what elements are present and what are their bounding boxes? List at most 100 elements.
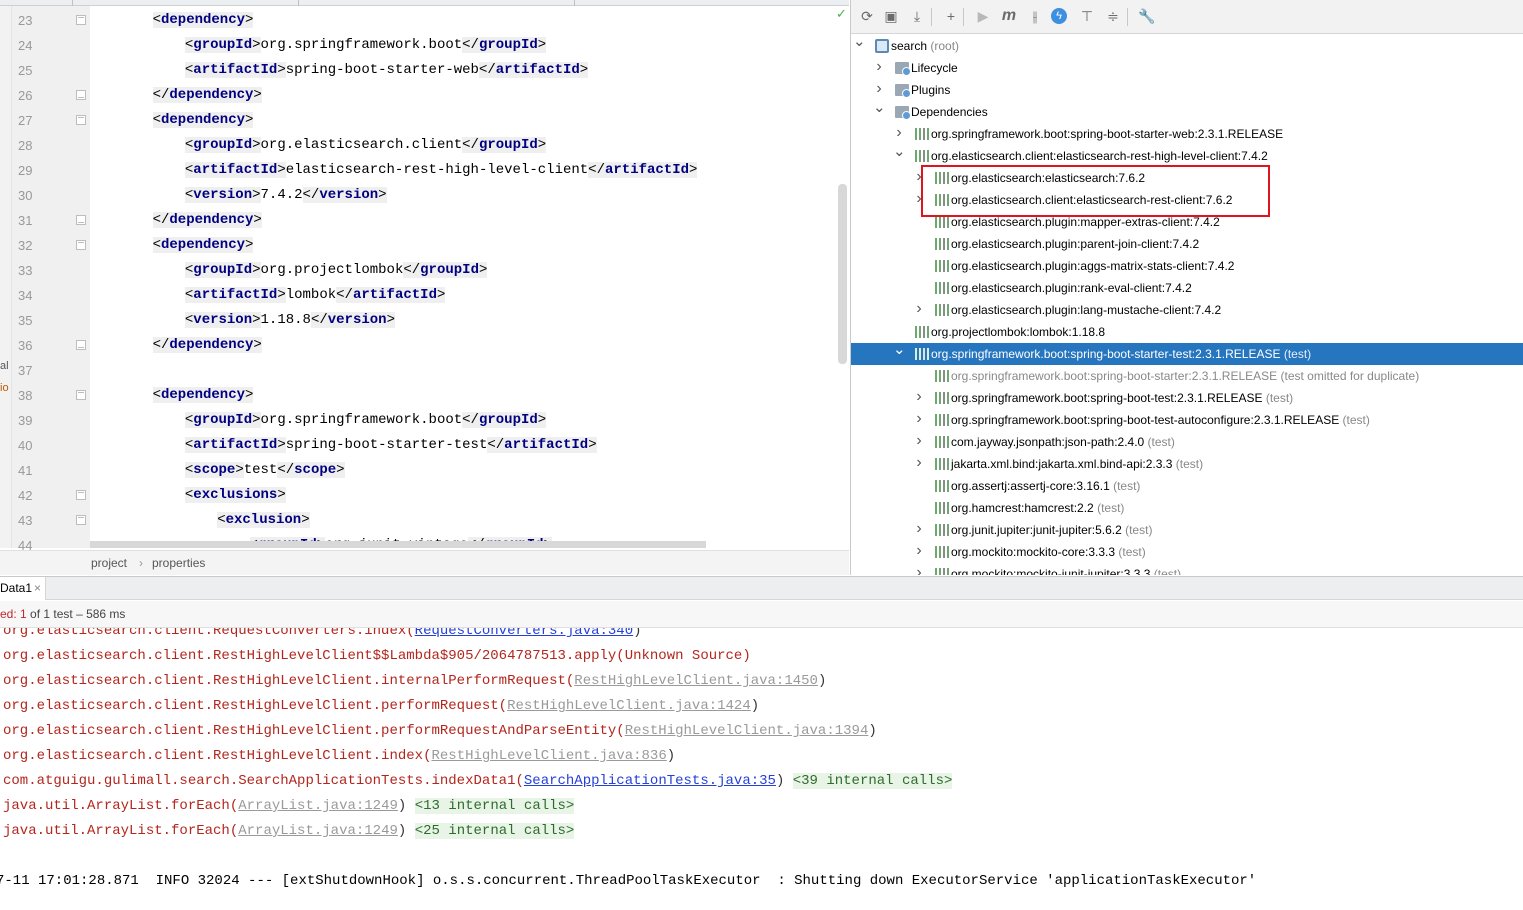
skip-tests-icon[interactable]: ϟ [1051,8,1067,24]
fold-marker[interactable] [76,15,86,25]
tree-node[interactable]: › org.mockito:mockito-core:3.3.3 (test) [851,541,1523,563]
tree-node-text: search [891,39,928,53]
source-link[interactable]: ArrayList.java:1249 [238,798,398,814]
reimport-icon[interactable]: ⟳ [857,6,877,26]
internal-calls-toggle[interactable]: <25 internal calls> [414,823,575,839]
internal-calls-toggle[interactable]: <39 internal calls> [792,773,953,789]
internal-calls-toggle[interactable]: <13 internal calls> [414,798,575,814]
tree-node[interactable]: org.springframework.boot:spring-boot-sta… [851,365,1523,387]
fold-marker[interactable] [76,490,86,500]
tree-node[interactable]: org.elasticsearch.plugin:aggs-matrix-sta… [851,255,1523,277]
tree-node[interactable]: › org.elasticsearch.client:elasticsearch-… [851,189,1523,211]
xml-tag-name: dependency [161,12,246,28]
editor-horizontal-scrollbar[interactable] [90,541,706,548]
tree-node[interactable]: › Plugins [851,79,1523,101]
code-line: <artifactId>spring-boot-starter-web</art… [184,58,589,83]
chevron-down-icon[interactable]: ⌄ [893,342,906,365]
tree-node[interactable]: › jakarta.xml.bind:jakarta.xml.bind-api:2… [851,453,1523,475]
breadcrumb-item-project[interactable]: project [91,556,127,570]
download-icon[interactable]: ⤓ [907,6,927,26]
fold-marker[interactable] [76,240,86,250]
tree-node[interactable]: org.assertj:assertj-core:3.16.1 (test) [851,475,1523,497]
source-link[interactable]: RestHighLevelClient.java:836 [431,748,666,764]
run-tab-data1[interactable]: Data1 × [0,577,46,600]
fold-marker[interactable] [76,340,86,350]
tree-node[interactable]: org.elasticsearch.plugin:rank-eval-clien… [851,277,1523,299]
tree-node-scope: (test) [1262,391,1294,405]
chevron-right-icon[interactable]: › [913,453,925,475]
collapse-all-icon[interactable]: ≑ [1103,6,1123,26]
console-output[interactable]: org.elasticsearch.client.RequestConverte… [0,628,1523,910]
source-link[interactable]: RequestConverters.java:340 [415,628,633,639]
chevron-right-icon[interactable]: › [913,431,925,453]
chevron-right-icon[interactable]: › [873,57,885,79]
chevron-right-icon[interactable]: › [913,299,925,321]
chevron-right-icon[interactable]: › [913,189,925,211]
chevron-right-icon[interactable]: › [913,541,925,563]
tree-node[interactable]: › org.mockito:mockito-junit-jupiter:3.3.3… [851,563,1523,575]
stack-frame-suffix: ) [750,698,760,714]
tree-node[interactable]: org.hamcrest:hamcrest:2.2 (test) [851,497,1523,519]
fold-marker[interactable] [76,390,86,400]
chevron-right-icon[interactable]: › [913,387,925,409]
tree-node-label: org.springframework.boot:spring-boot-sta… [951,365,1419,387]
tree-node[interactable]: org.elasticsearch.plugin:parent-join-cli… [851,233,1523,255]
chevron-right-icon[interactable]: › [913,167,925,189]
show-dependencies-icon[interactable]: ⊤ [1077,6,1097,26]
xml-bracket: > [253,87,262,103]
tree-node[interactable]: org.elasticsearch.plugin:mapper-extras-c… [851,211,1523,233]
tree-node[interactable]: › com.jayway.jsonpath:json-path:2.4.0 (te… [851,431,1523,453]
editor-pane[interactable]: 23 24 25 26 27 28 29 30 31 32 33 34 35 36 37 38 39 40 41 42… [0,0,849,575]
chevron-right-icon[interactable]: › [913,519,925,541]
library-icon [935,238,949,250]
chevron-down-icon[interactable]: ⌄ [853,34,866,57]
library-icon [935,480,949,492]
tree-node-scope: (test) [1109,479,1141,493]
tree-node-label: org.elasticsearch.plugin:mapper-extras-c… [951,211,1220,233]
chevron-down-icon[interactable]: ⌄ [893,144,906,167]
chevron-right-icon[interactable]: › [913,563,925,575]
source-link[interactable]: RestHighLevelClient.java:1450 [574,673,818,689]
tree-node[interactable]: ⌄ search (root) [851,34,1523,57]
editor-vertical-scrollbar[interactable] [838,184,847,364]
fold-marker[interactable] [76,215,86,225]
tree-node[interactable]: ⌄ Dependencies [851,100,1523,123]
tree-node[interactable]: org.projectlombok:lombok:1.18.8 [851,321,1523,343]
execute-goal-icon[interactable]: m [999,6,1019,26]
add-project-icon[interactable]: + [941,6,961,26]
chevron-right-icon[interactable]: › [893,123,905,145]
tree-node[interactable]: ⌄ org.springframework.boot:spring-boot-st… [851,342,1523,365]
generate-sources-icon[interactable]: ▣ [881,6,901,26]
tree-node[interactable]: › org.junit.jupiter:junit-jupiter:5.6.2 (… [851,519,1523,541]
run-icon[interactable]: ▶ [973,6,993,26]
line-number: 26 [18,88,33,103]
xml-code-area[interactable]: <dependency> <groupId>org.springframework… [90,6,838,548]
xml-bracket: > [245,12,254,28]
chevron-right-icon[interactable]: › [873,79,885,101]
tree-node[interactable]: › Lifecycle [851,57,1523,79]
breadcrumb-item-properties[interactable]: properties [152,556,205,570]
source-link[interactable]: ArrayList.java:1249 [238,823,398,839]
maven-folder-icon [895,106,911,120]
chevron-down-icon[interactable]: ⌄ [873,100,886,123]
tree-node[interactable]: › org.elasticsearch:elasticsearch:7.6.2 [851,167,1523,189]
tree-node[interactable]: › org.springframework.boot:spring-boot-te… [851,409,1523,431]
fold-marker[interactable] [76,90,86,100]
toggle-offline-icon[interactable]: ⫲ [1025,6,1045,26]
tree-node[interactable]: › org.springframework.boot:spring-boot-st… [851,123,1523,145]
tree-node[interactable]: ⌄ org.elasticsearch.client:elasticsearch-… [851,144,1523,167]
chevron-right-icon[interactable]: › [913,409,925,431]
fold-marker[interactable] [76,115,86,125]
source-link[interactable]: RestHighLevelClient.java:1394 [625,723,869,739]
maven-project-tree[interactable]: ⌄ search (root) › Lifecycle › Plugins ⌄ Depende… [851,34,1523,575]
tree-node-label: Lifecycle [911,57,958,79]
settings-wrench-icon[interactable]: 🔧 [1137,6,1157,26]
xml-bracket: > [252,262,261,278]
close-icon[interactable]: × [34,577,41,600]
fold-marker[interactable] [76,515,86,525]
source-link[interactable]: SearchApplicationTests.java:35 [524,773,776,789]
tree-node[interactable]: › org.springframework.boot:spring-boot-te… [851,387,1523,409]
source-link[interactable]: RestHighLevelClient.java:1424 [507,698,751,714]
tree-node[interactable]: › org.elasticsearch.plugin:lang-mustache-… [851,299,1523,321]
code-line: <exclusion> [217,508,310,533]
